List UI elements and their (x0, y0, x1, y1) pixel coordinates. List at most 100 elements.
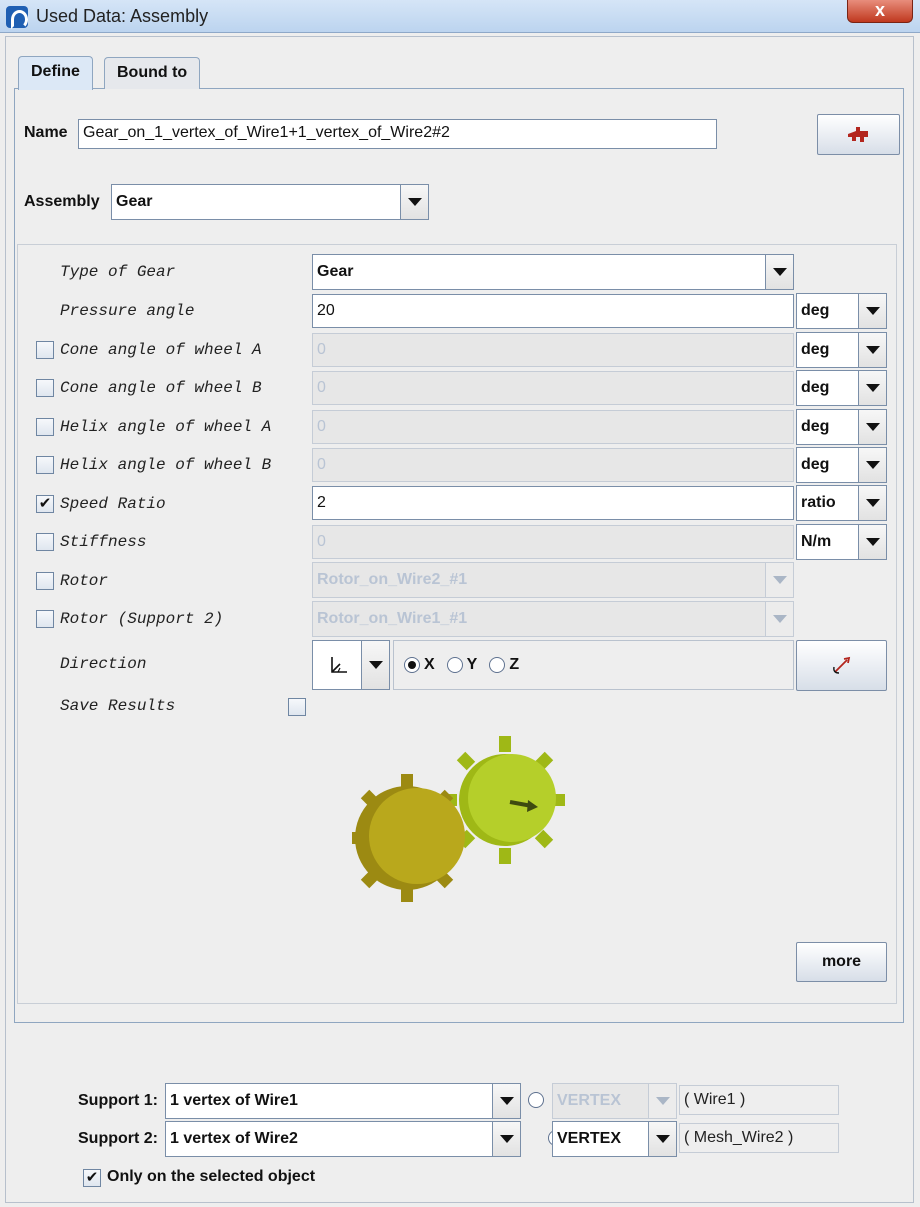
support1-type-select[interactable]: VERTEX (552, 1083, 677, 1119)
helix-angle-a-checkbox[interactable] (36, 418, 54, 436)
unit-value: deg (801, 341, 830, 358)
support2-target: ( Mesh_Wire2 ) (679, 1123, 839, 1153)
rotor-select-value: Rotor_on_Wire2_#1 (317, 571, 468, 588)
direction-label: Direction (60, 655, 147, 673)
unit-value: N/m (801, 533, 832, 550)
cone-angle-b-unit-select[interactable]: deg (796, 370, 887, 406)
only-selected-label: Only on the selected object (107, 1168, 316, 1185)
helix-angle-b-checkbox[interactable] (36, 456, 54, 474)
helix-angle-b-label: Helix angle of wheel B (60, 456, 272, 474)
tab-define[interactable]: Define (18, 56, 93, 90)
chevron-down-icon[interactable] (361, 641, 389, 689)
save-results-checkbox[interactable] (288, 698, 306, 716)
axis-system-icon (331, 657, 347, 673)
direction-z-option[interactable]: Z (489, 656, 519, 674)
rotor-support2-label: Rotor (Support 2) (60, 610, 224, 628)
radio-x-label: X (424, 656, 435, 673)
support1-type-value: VERTEX (557, 1092, 622, 1109)
pressure-angle-label: Pressure angle (60, 302, 195, 320)
chevron-down-icon[interactable] (400, 185, 428, 219)
helix-angle-a-label: Helix angle of wheel A (60, 418, 272, 436)
radio-z-label: Z (509, 656, 520, 673)
close-button[interactable]: x (847, 0, 913, 23)
chevron-down-icon[interactable] (492, 1122, 520, 1156)
speed-ratio-label: Speed Ratio (60, 495, 166, 513)
support2-select[interactable]: 1 vertex of Wire2 (165, 1121, 521, 1157)
radio-y[interactable] (446, 657, 463, 673)
chevron-down-icon[interactable] (858, 294, 886, 328)
support2-type-value: VERTEX (557, 1130, 622, 1147)
chevron-down-icon[interactable] (858, 525, 886, 559)
pressure-angle-unit-select[interactable]: deg (796, 293, 887, 329)
chevron-down-icon[interactable] (648, 1122, 676, 1156)
chevron-down-icon[interactable] (858, 486, 886, 520)
type-of-gear-label: Type of Gear (60, 263, 176, 281)
radio-z[interactable] (489, 657, 506, 673)
support1-target: ( Wire1 ) (679, 1085, 839, 1115)
chevron-down-icon[interactable] (492, 1084, 520, 1118)
direction-y-option[interactable]: Y (446, 656, 478, 674)
assembly-label: Assembly (24, 193, 100, 210)
chevron-down-icon[interactable] (765, 255, 793, 289)
support1-label: Support 1: (78, 1092, 158, 1109)
reverse-arrow-icon (832, 656, 850, 674)
speed-ratio-input[interactable]: 2 (312, 486, 794, 520)
stiffness-input[interactable]: 0 (312, 525, 794, 559)
only-selected-checkbox[interactable]: ✔ (83, 1169, 101, 1187)
stiffness-checkbox[interactable] (36, 533, 54, 551)
direction-axis-select[interactable] (312, 640, 390, 690)
assembly-select[interactable]: Gear (111, 184, 429, 220)
radio-y-label: Y (466, 656, 478, 673)
helix-angle-b-input[interactable]: 0 (312, 448, 794, 482)
unit-value: deg (801, 456, 830, 473)
rotor-support2-checkbox[interactable] (36, 610, 54, 628)
app-icon (6, 6, 28, 29)
helix-angle-a-input[interactable]: 0 (312, 410, 794, 444)
rotor-select[interactable]: Rotor_on_Wire2_#1 (312, 562, 794, 598)
reverse-direction-button[interactable] (796, 640, 887, 691)
pick-cursor-icon (847, 126, 868, 142)
rotor-label: Rotor (60, 572, 109, 590)
speed-ratio-checkbox[interactable]: ✔ (36, 495, 54, 513)
type-of-gear-select[interactable]: Gear (312, 254, 794, 290)
helix-angle-b-unit-select[interactable]: deg (796, 447, 887, 483)
cone-angle-b-label: Cone angle of wheel B (60, 379, 262, 397)
cone-angle-b-checkbox[interactable] (36, 379, 54, 397)
more-button[interactable]: more (796, 942, 887, 982)
unit-value: ratio (801, 494, 836, 511)
axis-icon (313, 654, 361, 676)
name-input[interactable]: Gear_on_1_vertex_of_Wire1+1_vertex_of_Wi… (78, 119, 717, 149)
chevron-down-icon[interactable] (858, 448, 886, 482)
chevron-down-icon[interactable] (858, 371, 886, 405)
stiffness-unit-select[interactable]: N/m (796, 524, 887, 560)
gear-left-icon (352, 774, 465, 902)
support1-select[interactable]: 1 vertex of Wire1 (165, 1083, 521, 1119)
tab-bound-to[interactable]: Bound to (104, 57, 201, 89)
support2-type-select[interactable]: VERTEX (552, 1121, 677, 1157)
cone-angle-a-label: Cone angle of wheel A (60, 341, 262, 359)
pressure-angle-input[interactable]: 20 (312, 294, 794, 328)
cone-angle-a-unit-select[interactable]: deg (796, 332, 887, 368)
unit-value: deg (801, 379, 830, 396)
cone-angle-a-checkbox[interactable] (36, 341, 54, 359)
type-of-gear-value: Gear (317, 263, 354, 280)
speed-ratio-unit-select[interactable]: ratio (796, 485, 887, 521)
radio-x[interactable] (404, 657, 420, 673)
chevron-down-icon[interactable] (765, 563, 793, 597)
chevron-down-icon[interactable] (765, 602, 793, 636)
rotor-support2-select[interactable]: Rotor_on_Wire1_#1 (312, 601, 794, 637)
cone-angle-a-input[interactable]: 0 (312, 333, 794, 367)
support2-value: 1 vertex of Wire2 (170, 1130, 298, 1147)
chevron-down-icon[interactable] (858, 410, 886, 444)
save-results-label: Save Results (60, 697, 176, 715)
unit-value: deg (801, 302, 830, 319)
assembly-select-value: Gear (116, 193, 153, 210)
chevron-down-icon[interactable] (648, 1084, 676, 1118)
direction-x-option[interactable]: X (404, 656, 435, 674)
cone-angle-b-input[interactable]: 0 (312, 371, 794, 405)
helix-angle-a-unit-select[interactable]: deg (796, 409, 887, 445)
pick-button[interactable] (817, 114, 900, 155)
chevron-down-icon[interactable] (858, 333, 886, 367)
support1-radio[interactable] (528, 1092, 544, 1108)
rotor-checkbox[interactable] (36, 572, 54, 590)
